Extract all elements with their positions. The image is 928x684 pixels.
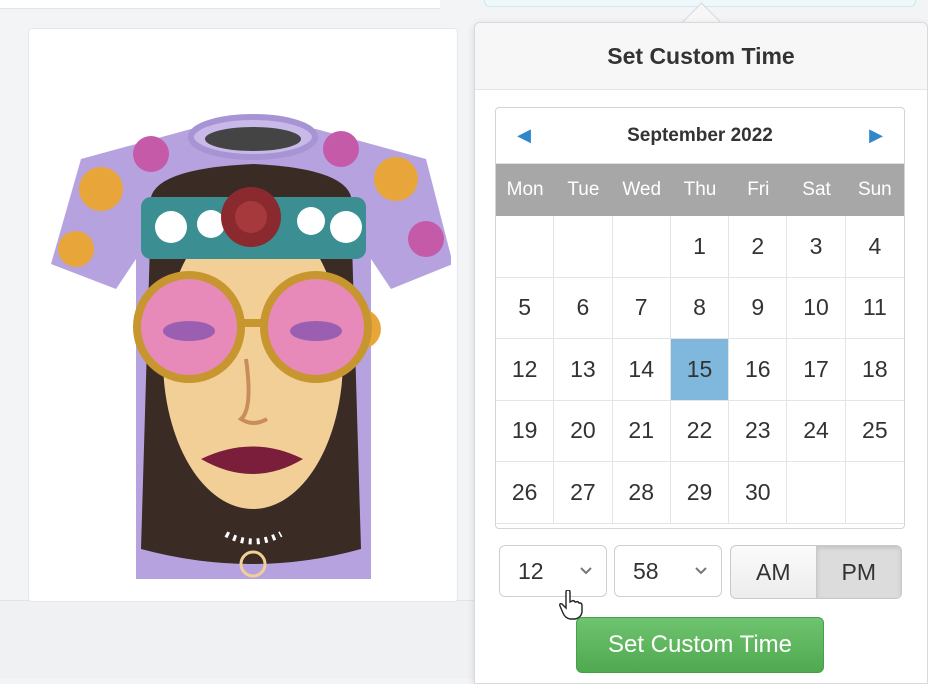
calendar-day[interactable]: 12: [496, 339, 555, 401]
calendar-day[interactable]: 10: [787, 277, 846, 339]
calendar-empty-cell: [554, 216, 613, 278]
calendar-empty-cell: [845, 462, 904, 524]
weekday-label: Sat: [802, 179, 831, 200]
calendar-month-label: September 2022: [627, 124, 773, 146]
tshirt-product-image: [51, 114, 451, 579]
calendar-day[interactable]: 28: [612, 462, 671, 524]
weekday-label: Wed: [622, 179, 662, 200]
hour-value: 12: [518, 557, 544, 584]
calendar-day[interactable]: 4: [845, 216, 904, 278]
am-pm-toggle: AM PM: [730, 545, 902, 599]
popover-title: Set Custom Time: [475, 23, 927, 90]
chevron-left-icon[interactable]: ◀: [514, 125, 534, 146]
calendar-day[interactable]: 9: [729, 277, 788, 339]
calendar-day[interactable]: 3: [787, 216, 846, 278]
calendar-day[interactable]: 2: [729, 216, 788, 278]
calendar-day[interactable]: 30: [729, 462, 788, 524]
calendar-empty-cell: [496, 216, 555, 278]
calendar-days-grid: 1 2 3 4 5 6 7 8 9 10 11 12 13 14 15 16 17 18 19 20 21 22 23 24 2…: [496, 216, 904, 524]
weekday-label: Thu: [683, 179, 717, 200]
calendar-day-selected[interactable]: 15: [670, 339, 730, 401]
calendar-day[interactable]: 19: [496, 400, 555, 462]
pm-button[interactable]: PM: [816, 546, 901, 598]
calendar-day[interactable]: 6: [554, 277, 613, 339]
calendar-day[interactable]: 16: [729, 339, 788, 401]
calendar-day[interactable]: 29: [670, 462, 730, 524]
calendar-empty-cell: [787, 462, 846, 524]
weekday-label: Sun: [857, 179, 892, 200]
weekday-header: Mon Tue Wed Thu Fri Sat Sun: [496, 164, 904, 216]
custom-time-popover: Set Custom Time ◀ September 2022 ▶ Mon T…: [474, 22, 928, 684]
top-bar-left: [0, 0, 440, 9]
calendar-empty-cell: [612, 216, 671, 278]
date-picker: ◀ September 2022 ▶ Mon Tue Wed Thu Fri S…: [495, 107, 905, 529]
minute-value: 58: [633, 557, 659, 584]
chevron-down-icon: [580, 567, 592, 575]
calendar-day[interactable]: 14: [612, 339, 671, 401]
product-card: [28, 28, 458, 602]
set-custom-time-button[interactable]: Set Custom Time: [576, 617, 824, 673]
calendar-day[interactable]: 17: [787, 339, 846, 401]
hour-select[interactable]: 12: [499, 545, 607, 620]
chevron-down-icon: [695, 567, 707, 575]
calendar-day[interactable]: 5: [496, 277, 555, 339]
calendar-day[interactable]: 8: [670, 277, 730, 339]
calendar-day[interactable]: 1: [670, 216, 730, 278]
hand-cursor-icon: [559, 590, 583, 620]
time-selector-row: 12 58 AM PM: [499, 543, 903, 620]
calendar-day[interactable]: 23: [729, 400, 788, 462]
calendar-day[interactable]: 18: [845, 339, 904, 401]
minute-select[interactable]: 58: [614, 545, 722, 597]
calendar-day[interactable]: 25: [845, 401, 904, 462]
weekday-label: Mon: [506, 179, 544, 200]
calendar-day[interactable]: 13: [554, 339, 613, 401]
weekday-label: Tue: [567, 179, 600, 200]
calendar-header: ◀ September 2022 ▶: [496, 108, 904, 164]
calendar-day[interactable]: 24: [787, 400, 846, 462]
footer-strip: [0, 600, 474, 679]
calendar-day[interactable]: 11: [845, 278, 904, 339]
calendar-day[interactable]: 20: [554, 400, 613, 462]
chevron-right-icon[interactable]: ▶: [866, 125, 886, 146]
calendar-day[interactable]: 26: [496, 462, 555, 524]
calendar-day[interactable]: 22: [670, 400, 730, 462]
weekday-label: Fri: [747, 179, 770, 200]
calendar-day[interactable]: 21: [612, 400, 671, 462]
am-button[interactable]: AM: [731, 546, 817, 598]
calendar-day[interactable]: 27: [554, 462, 613, 524]
calendar-day[interactable]: 7: [612, 277, 671, 339]
